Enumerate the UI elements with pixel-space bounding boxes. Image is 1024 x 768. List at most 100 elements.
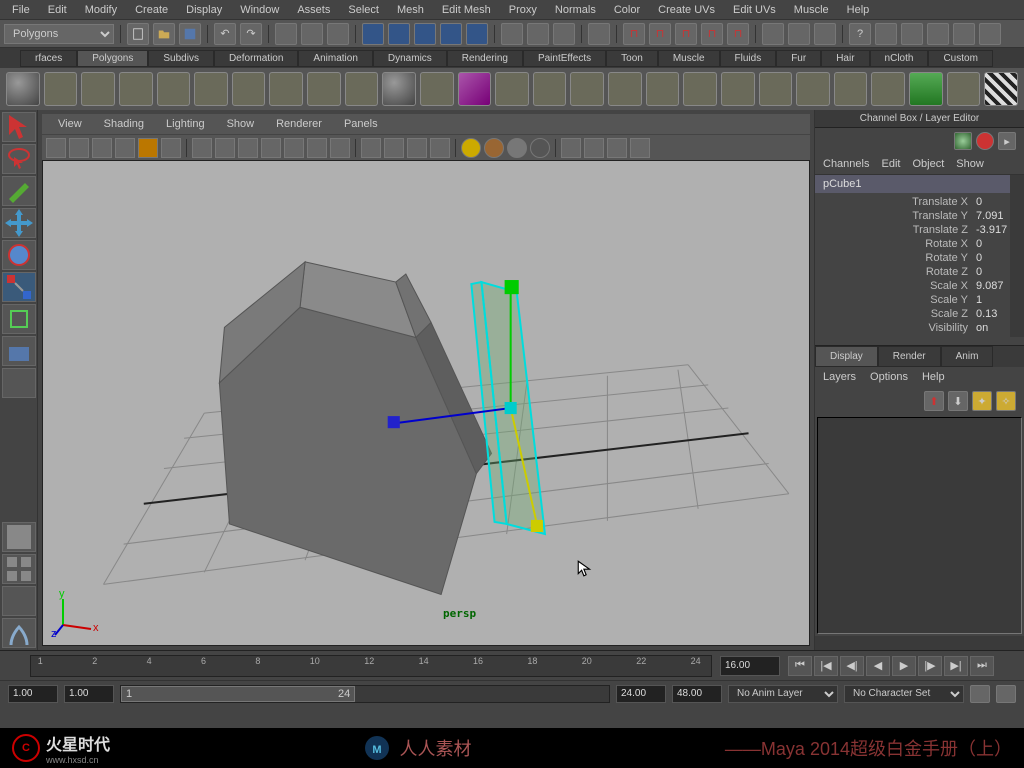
manip-tool[interactable] (2, 304, 36, 334)
poly-combine-icon[interactable] (495, 72, 529, 106)
prefs-icon[interactable] (996, 685, 1016, 703)
poly-smooth-icon[interactable] (608, 72, 642, 106)
character-set-dropdown[interactable]: No Character Set (844, 685, 964, 703)
scale-tool[interactable] (2, 272, 36, 302)
menu-mesh[interactable]: Mesh (389, 2, 432, 18)
layers-options-menu[interactable]: Options (870, 371, 908, 383)
toggle1-icon[interactable] (762, 23, 784, 45)
poly-cube-icon[interactable] (44, 72, 78, 106)
step-back-key-icon[interactable]: |◀ (814, 656, 838, 676)
new-scene-icon[interactable] (127, 23, 149, 45)
menu-edit[interactable]: Edit (40, 2, 75, 18)
shelf-tab-painteffects[interactable]: PaintEffects (523, 50, 606, 67)
vp-field-chart-icon[interactable] (284, 138, 304, 158)
magnet5-icon[interactable]: ⊓ (727, 23, 749, 45)
shelf-tab-hair[interactable]: Hair (821, 50, 869, 67)
layers-menu[interactable]: Layers (823, 371, 856, 383)
vp-ao-icon[interactable] (484, 138, 504, 158)
vp-aa-icon[interactable] (530, 138, 550, 158)
layout2-icon[interactable] (901, 23, 923, 45)
step-back-icon[interactable]: ◀| (840, 656, 864, 676)
layer-tab-anim[interactable]: Anim (941, 346, 994, 367)
poly-platonic-icon[interactable] (382, 72, 416, 106)
vp-smooth-shade-icon[interactable] (384, 138, 404, 158)
shelf-tab-deformation[interactable]: Deformation (214, 50, 298, 67)
vp-grid-icon[interactable] (192, 138, 212, 158)
menu-select[interactable]: Select (340, 2, 387, 18)
four-view-icon[interactable] (2, 554, 36, 584)
channel-visibility[interactable]: Visibilityon (815, 321, 1024, 335)
poly-helix-icon[interactable] (307, 72, 341, 106)
vp-xray-icon[interactable] (584, 138, 604, 158)
vp-menu-view[interactable]: View (48, 116, 92, 132)
shelf-tab-muscle[interactable]: Muscle (658, 50, 720, 67)
poly-cylinder-icon[interactable] (81, 72, 115, 106)
magnet-icon[interactable]: ⊓ (623, 23, 645, 45)
snap-live-icon[interactable] (466, 23, 488, 45)
channels-edit-menu[interactable]: Edit (881, 158, 900, 170)
layers-help-menu[interactable]: Help (922, 371, 945, 383)
poly-plane-icon[interactable] (157, 72, 191, 106)
channels-object-menu[interactable]: Object (912, 158, 944, 170)
magnet2-icon[interactable]: ⊓ (649, 23, 671, 45)
shelf-tab-toon[interactable]: Toon (606, 50, 658, 67)
channels-menu[interactable]: Channels (823, 158, 869, 170)
channel-scale-y[interactable]: Scale Y1 (815, 293, 1024, 307)
magnet4-icon[interactable]: ⊓ (701, 23, 723, 45)
layout5-icon[interactable] (979, 23, 1001, 45)
rotate-tool[interactable] (2, 240, 36, 270)
poly-bridge-icon[interactable] (759, 72, 793, 106)
show-manip-tool[interactable] (2, 368, 36, 398)
anim-start-outer[interactable] (8, 685, 58, 703)
poly-fill-icon[interactable] (834, 72, 868, 106)
shelf-tab-rendering[interactable]: Rendering (447, 50, 523, 67)
layer-tab-display[interactable]: Display (815, 346, 878, 367)
poly-pipe-icon[interactable] (269, 72, 303, 106)
snap-curve-icon[interactable] (388, 23, 410, 45)
move-tool[interactable] (2, 208, 36, 238)
vp-film-gate-icon[interactable] (215, 138, 235, 158)
channels-show-menu[interactable]: Show (956, 158, 984, 170)
layer-hscroll[interactable] (815, 636, 1024, 650)
vp-2d-pan-icon[interactable] (138, 138, 158, 158)
timeline-track[interactable]: 124681012141618202224 (30, 655, 712, 677)
menu-createuvs[interactable]: Create UVs (650, 2, 723, 18)
snap-point-icon[interactable] (414, 23, 436, 45)
menu-create[interactable]: Create (127, 2, 176, 18)
anim-end-outer[interactable] (672, 685, 722, 703)
vp-resolution-gate-icon[interactable] (238, 138, 258, 158)
step-forward-key-icon[interactable]: ▶| (944, 656, 968, 676)
render-settings-icon[interactable] (553, 23, 575, 45)
channel-scale-z[interactable]: Scale Z0.13 (815, 307, 1024, 321)
play-forward-icon[interactable]: ▶ (892, 656, 916, 676)
channel-translate-x[interactable]: Translate X0 (815, 195, 1024, 209)
poly-extrude-icon[interactable] (909, 72, 943, 106)
select-component-icon[interactable] (327, 23, 349, 45)
menu-file[interactable]: File (4, 2, 38, 18)
shelf-tab-subdivs[interactable]: Subdivs (148, 50, 214, 67)
poly-torus-icon[interactable] (194, 72, 228, 106)
vp-menu-show[interactable]: Show (217, 116, 265, 132)
layer-tab-render[interactable]: Render (878, 346, 941, 367)
maya-logo-icon[interactable] (2, 618, 36, 648)
snap-grid-icon[interactable] (362, 23, 384, 45)
poly-mirror-icon[interactable] (683, 72, 717, 106)
paint-select-tool[interactable] (2, 176, 36, 206)
menu-editmesh[interactable]: Edit Mesh (434, 2, 499, 18)
menu-proxy[interactable]: Proxy (501, 2, 545, 18)
poly-type-icon[interactable] (458, 72, 492, 106)
vp-grease-icon[interactable] (161, 138, 181, 158)
step-forward-icon[interactable]: |▶ (918, 656, 942, 676)
lasso-tool[interactable] (2, 144, 36, 174)
shelf-tab-surfaces[interactable]: rfaces (20, 50, 77, 67)
vp-motion-blur-icon[interactable] (507, 138, 527, 158)
vp-safe-action-icon[interactable] (307, 138, 327, 158)
redo-icon[interactable]: ↷ (240, 23, 262, 45)
vp-menu-panels[interactable]: Panels (334, 116, 388, 132)
undo-icon[interactable]: ↶ (214, 23, 236, 45)
construction-history-icon[interactable] (588, 23, 610, 45)
vp-isolate-icon[interactable] (561, 138, 581, 158)
poly-cone-icon[interactable] (119, 72, 153, 106)
ipr-icon[interactable] (527, 23, 549, 45)
channel-sync-icon[interactable] (976, 132, 994, 150)
